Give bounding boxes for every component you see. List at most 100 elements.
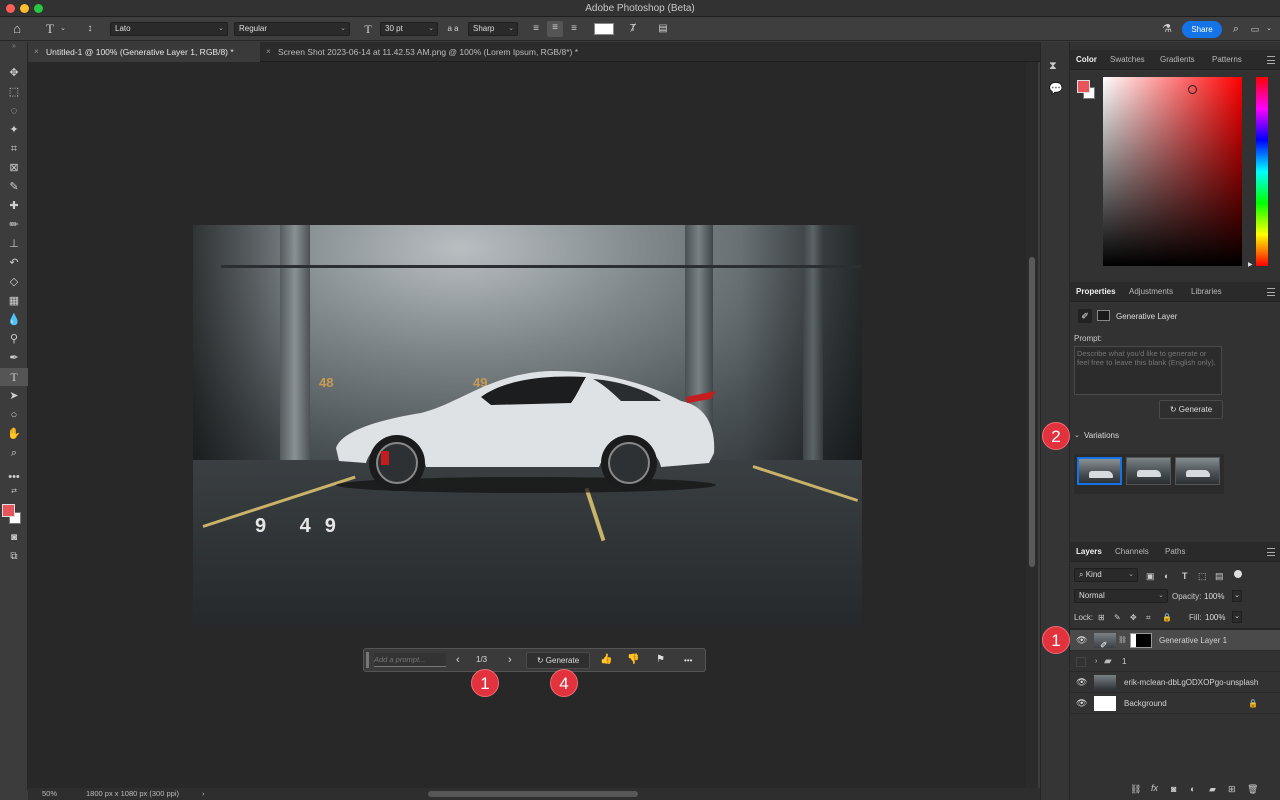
flag-icon[interactable]: ⚑ (656, 654, 665, 665)
tab-patterns[interactable]: Patterns (1212, 50, 1242, 70)
align-center-icon[interactable]: ≡ (547, 21, 563, 37)
zoom-tool-icon[interactable]: ⌕ (0, 444, 28, 462)
foreground-color-swatch[interactable] (2, 504, 15, 517)
blur-tool-icon[interactable]: 💧 (0, 311, 28, 329)
chevron-right-icon[interactable]: › (202, 788, 205, 800)
blend-mode-select[interactable]: Normal ⌄ (1074, 589, 1168, 603)
horizontal-scrollbar-thumb[interactable] (428, 791, 638, 797)
link-layers-icon[interactable]: ⛓ (1130, 784, 1141, 795)
eraser-tool-icon[interactable]: ◇ (0, 273, 28, 291)
font-family-select[interactable]: Lato ⌄ (110, 22, 228, 36)
tab-color[interactable]: Color (1076, 50, 1097, 70)
vertical-scrollbar[interactable] (1026, 62, 1038, 788)
more-tools-icon[interactable]: ••• (0, 468, 28, 486)
smart-object-filter-icon[interactable]: ▤ (1215, 571, 1224, 582)
layer-row[interactable]: › ▰ 1 (1070, 651, 1280, 672)
adjustment-layer-icon[interactable]: ◐ (1190, 784, 1195, 794)
previous-variation-icon[interactable]: ‹ (456, 654, 466, 666)
variation-thumbnail[interactable] (1175, 457, 1220, 485)
history-brush-tool-icon[interactable]: ↶ (0, 254, 28, 272)
antialias-select[interactable]: Sharp ⌄ (468, 22, 518, 36)
search-icon[interactable]: ⌕ (1230, 22, 1242, 36)
align-left-icon[interactable]: ≡ (529, 22, 543, 36)
fill-value[interactable]: 100% (1205, 613, 1225, 622)
document-canvas[interactable]: 48 49 9 49 (193, 225, 862, 627)
adjustment-filter-icon[interactable]: ◐ (1164, 571, 1169, 581)
opacity-value[interactable]: 100% (1204, 592, 1224, 601)
type-tool-preset-icon[interactable]: T (42, 22, 58, 36)
close-icon[interactable]: × (266, 42, 271, 62)
lasso-tool-icon[interactable]: ◌ (0, 102, 28, 120)
crop-tool-icon[interactable]: ⌗ (0, 140, 28, 158)
lock-pixels-icon[interactable]: ✎ (1114, 613, 1121, 622)
layer-row[interactable]: 👁 Background 🔒 (1070, 693, 1280, 714)
history-icon[interactable]: ⧗ (1049, 60, 1057, 73)
tab-properties[interactable]: Properties (1076, 282, 1116, 302)
visibility-eye-icon[interactable]: 👁 (1076, 672, 1087, 693)
stamp-tool-icon[interactable]: ⊥ (0, 235, 28, 253)
hand-tool-icon[interactable]: ✋ (0, 425, 28, 443)
marquee-tool-icon[interactable]: ⬚ (0, 83, 28, 101)
thumbs-down-icon[interactable]: 👎 (627, 654, 639, 665)
tab-gradients[interactable]: Gradients (1160, 50, 1195, 70)
tab-untitled-1[interactable]: × Untitled-1 @ 100% (Generative Layer 1,… (28, 42, 260, 62)
drag-handle[interactable] (366, 652, 369, 668)
new-layer-icon[interactable]: ⊞ (1228, 784, 1236, 795)
healing-brush-tool-icon[interactable]: ✚ (0, 197, 28, 215)
visibility-toggle[interactable] (1076, 657, 1086, 667)
chevron-down-icon[interactable]: ⌄ (1232, 611, 1242, 623)
scrollbar-thumb[interactable] (1029, 257, 1035, 567)
hue-slider[interactable] (1256, 77, 1268, 266)
tab-screen-shot[interactable]: × Screen Shot 2023-06-14 at 11.42.53 AM.… (260, 42, 620, 62)
text-color-swatch[interactable] (594, 23, 614, 35)
workspace-icon[interactable]: ▭ (1249, 22, 1261, 36)
type-filter-icon[interactable]: T (1182, 571, 1188, 581)
layer-row[interactable]: 👁 erik-mclean-dbLgODXOPgo-unsplash (1070, 672, 1280, 693)
next-variation-icon[interactable]: › (508, 654, 518, 666)
new-group-icon[interactable]: ▰ (1209, 784, 1216, 795)
generate-button[interactable]: ↻ Generate (1159, 400, 1223, 419)
close-window-button[interactable] (6, 4, 15, 13)
tab-libraries[interactable]: Libraries (1191, 282, 1222, 302)
layer-name[interactable]: 1 (1122, 651, 1126, 672)
dodge-tool-icon[interactable]: ⚲ (0, 330, 28, 348)
chevron-right-icon[interactable]: › (1095, 651, 1097, 672)
share-button[interactable]: Share (1182, 21, 1222, 38)
font-style-select[interactable]: Regular ⌄ (234, 22, 350, 36)
quick-mask-icon[interactable]: ◙ (0, 529, 28, 547)
home-icon[interactable]: ⌂ (9, 22, 25, 36)
panel-menu-icon[interactable] (1267, 56, 1275, 64)
visibility-eye-icon[interactable]: 👁 (1076, 630, 1087, 651)
canvas-area[interactable]: 48 49 9 49 ‹ 1/3 › ↻ Generate 👍 👎 ⚑ ••• (28, 62, 1026, 788)
filter-toggle-icon[interactable] (1234, 570, 1242, 578)
lock-position-icon[interactable]: ✥ (1130, 613, 1137, 622)
fx-icon[interactable]: fx (1151, 783, 1158, 793)
panel-menu-icon[interactable] (1267, 288, 1275, 296)
tab-paths[interactable]: Paths (1165, 542, 1185, 562)
hue-slider-handle[interactable]: ▶ (1248, 261, 1253, 268)
shape-filter-icon[interactable]: ⬚ (1198, 571, 1207, 582)
gradient-tool-icon[interactable]: ▦ (0, 292, 28, 310)
chevron-down-icon[interactable]: ⌄ (1264, 22, 1274, 36)
pixel-filter-icon[interactable]: ▣ (1146, 571, 1155, 582)
move-tool-icon[interactable]: ✥ (0, 64, 28, 82)
collapse-icon[interactable]: » (0, 42, 28, 52)
thumbs-up-icon[interactable]: 👍 (600, 654, 612, 665)
variations-label[interactable]: Variations (1084, 431, 1119, 440)
variation-thumbnail[interactable] (1126, 457, 1171, 485)
layer-name[interactable]: Background (1124, 693, 1167, 714)
character-panel-icon[interactable]: ▤ (656, 22, 670, 36)
lock-all-icon[interactable]: 🔒 (1162, 613, 1172, 622)
chevron-down-icon[interactable]: ⌄ (58, 22, 68, 36)
add-mask-icon[interactable]: ◙ (1171, 784, 1176, 794)
frame-tool-icon[interactable]: ⊠ (0, 159, 28, 177)
visibility-eye-icon[interactable]: 👁 (1076, 693, 1087, 714)
type-tool-icon[interactable]: T (0, 368, 28, 386)
color-picker-field[interactable] (1103, 77, 1242, 266)
eyedropper-tool-icon[interactable]: ✎ (0, 178, 28, 196)
delete-layer-icon[interactable]: 🗑 (1247, 784, 1258, 795)
brush-tool-icon[interactable]: ✏ (0, 216, 28, 234)
more-options-icon[interactable]: ••• (684, 656, 692, 665)
screen-mode-icon[interactable]: ⧉ (0, 548, 28, 566)
lock-artboard-icon[interactable]: ⌗ (1146, 613, 1151, 623)
